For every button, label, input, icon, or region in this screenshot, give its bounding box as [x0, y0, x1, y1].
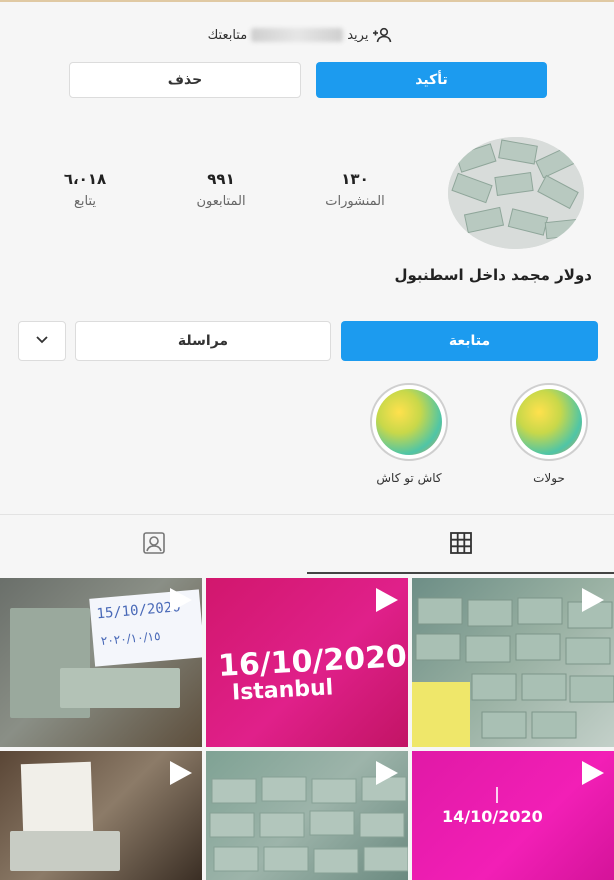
post-note-text: 15/10/2020: [95, 599, 182, 623]
highlight-ring: [510, 383, 588, 461]
blurred-username: [251, 28, 344, 42]
play-icon: [376, 761, 398, 785]
money-stack: [10, 831, 120, 871]
play-icon: [582, 761, 604, 785]
highlight-item[interactable]: حولات: [499, 383, 599, 485]
play-icon: [170, 761, 192, 785]
follow-request-text: يريد متابعتك: [160, 26, 440, 44]
post-thumbnail[interactable]: [0, 751, 202, 880]
money-stack: [60, 668, 180, 708]
post-city-text: Istanbul: [231, 675, 334, 706]
play-icon: [376, 588, 398, 612]
highlight-item[interactable]: كاش تو كاش: [359, 383, 459, 485]
following-count: ٦،٠١٨: [63, 170, 107, 188]
highlight-label: كاش تو كاش: [376, 471, 442, 485]
grid-icon: [449, 531, 473, 559]
post-thumbnail[interactable]: [412, 578, 614, 747]
suggestions-dropdown-button[interactable]: [18, 321, 66, 361]
followers-count: ٩٩١: [207, 170, 235, 188]
highlight-cover: [516, 389, 582, 455]
avatar-money-image: [448, 137, 584, 249]
play-icon: [582, 588, 604, 612]
request-text-before: يريد: [347, 27, 369, 43]
posts-stat[interactable]: ١٣٠ المنشورات: [300, 170, 410, 209]
divider: [0, 514, 614, 515]
post-thumbnail[interactable]: 16/10/2020 Istanbul: [206, 578, 408, 747]
posts-label: المنشورات: [325, 194, 385, 209]
request-text-after: متابعتك: [207, 27, 248, 43]
note-paper: [20, 761, 94, 835]
text-cursor-mark: [496, 787, 498, 803]
top-border: [0, 0, 614, 2]
post-thumbnail[interactable]: 14/10/2020: [412, 751, 614, 880]
post-note-text-arabic: ٢٠٢٠/١٠/١٥: [100, 628, 162, 649]
follow-button[interactable]: متابعة: [341, 321, 598, 361]
posts-count: ١٣٠: [341, 170, 369, 188]
active-tab-indicator: [307, 572, 614, 574]
delete-button[interactable]: حذف: [69, 62, 301, 98]
confirm-button[interactable]: تأكيد: [316, 62, 547, 98]
following-label: يتابع: [73, 194, 97, 209]
highlight-label: حولات: [533, 471, 565, 485]
tagged-icon: [141, 530, 167, 560]
tab-posts-grid[interactable]: [307, 516, 614, 574]
chevron-down-icon: [35, 333, 49, 349]
post-date-text: 14/10/2020: [442, 807, 543, 826]
highlight-ring: [370, 383, 448, 461]
user-plus-icon: [372, 27, 392, 43]
profile-avatar[interactable]: [448, 137, 584, 249]
play-icon: [170, 588, 192, 612]
message-button[interactable]: مراسلة: [75, 321, 331, 361]
following-stat[interactable]: ٦،٠١٨ يتابع: [30, 170, 140, 209]
followers-stat[interactable]: ٩٩١ المتابعون: [166, 170, 276, 209]
posts-grid: 15/10/2020 ٢٠٢٠/١٠/١٥ 16/10/2020 Istanbu…: [0, 578, 614, 880]
followers-label: المتابعون: [196, 194, 246, 209]
post-thumbnail[interactable]: 15/10/2020 ٢٠٢٠/١٠/١٥: [0, 578, 202, 747]
profile-name: دولار مجمد داخل اسطنبول: [394, 266, 592, 284]
tab-tagged[interactable]: [0, 516, 307, 574]
post-thumbnail[interactable]: [206, 751, 408, 880]
highlight-cover: [376, 389, 442, 455]
